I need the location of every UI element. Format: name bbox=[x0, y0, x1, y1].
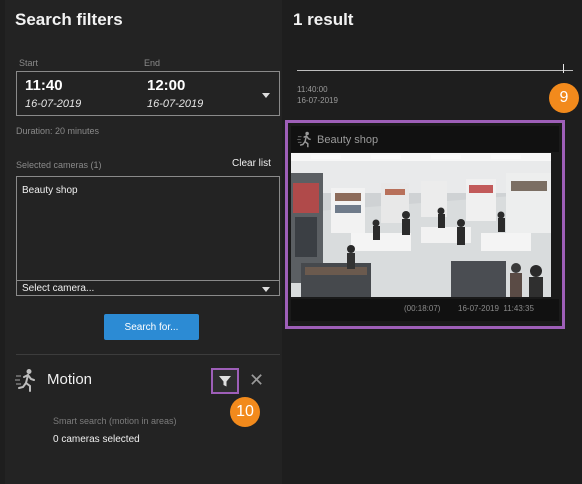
smart-search-text: Smart search (motion in areas) bbox=[53, 416, 177, 426]
duration-text: Duration: 20 minutes bbox=[16, 126, 100, 136]
running-person-icon bbox=[297, 131, 311, 148]
filter-funnel-icon bbox=[219, 376, 231, 387]
start-time: 11:40 bbox=[25, 77, 63, 94]
running-person-icon bbox=[15, 369, 35, 392]
clear-list-link[interactable]: Clear list bbox=[232, 158, 271, 169]
end-time: 12:00 bbox=[147, 77, 186, 94]
result-timestamp: 16-07-2019 11:43:35 bbox=[458, 304, 534, 313]
timeline-date: 16-07-2019 bbox=[297, 96, 338, 105]
selected-cameras-label: Selected cameras (1) bbox=[16, 160, 102, 170]
filter-button[interactable] bbox=[211, 368, 239, 394]
result-camera-name: Beauty shop bbox=[317, 134, 379, 146]
start-date: 16-07-2019 bbox=[25, 98, 82, 110]
result-duration: (00:18:07) bbox=[404, 304, 441, 313]
callout-badge-9: 9 bbox=[549, 83, 579, 113]
chevron-down-icon[interactable] bbox=[262, 93, 270, 98]
end-date: 16-07-2019 bbox=[147, 98, 204, 110]
search-result-card[interactable]: Beauty shop (00:18:07) 16-07-2019 11:43:… bbox=[285, 120, 565, 329]
divider bbox=[16, 354, 280, 355]
result-card-header: Beauty shop bbox=[291, 126, 559, 152]
timeline-bar[interactable] bbox=[297, 70, 573, 71]
result-card-footer: (00:18:07) 16-07-2019 11:43:35 bbox=[291, 299, 559, 321]
chevron-down-icon[interactable] bbox=[262, 287, 270, 292]
results-title: 1 result bbox=[293, 10, 354, 29]
end-label: End bbox=[144, 58, 161, 68]
search-filters-title: Search filters bbox=[15, 10, 123, 29]
camera-list-item[interactable]: Beauty shop bbox=[22, 185, 78, 196]
callout-badge-10: 10 bbox=[230, 397, 260, 427]
start-label: Start bbox=[19, 58, 39, 68]
timeline-marker[interactable] bbox=[563, 64, 564, 73]
time-range-selector[interactable]: 11:40 16-07-2019 12:00 16-07-2019 bbox=[16, 71, 280, 116]
search-for-button[interactable]: Search for... bbox=[104, 314, 199, 340]
selected-cameras-list[interactable]: Beauty shop Select camera... bbox=[16, 176, 280, 296]
motion-title: Motion bbox=[47, 371, 93, 388]
close-icon[interactable]: ✕ bbox=[249, 370, 265, 390]
timeline-time: 11:40:00 bbox=[297, 85, 328, 94]
divider bbox=[17, 280, 279, 281]
select-camera-dropdown[interactable]: Select camera... bbox=[22, 283, 94, 294]
cameras-selected-text: 0 cameras selected bbox=[53, 434, 140, 445]
camera-snapshot-image bbox=[291, 153, 551, 297]
